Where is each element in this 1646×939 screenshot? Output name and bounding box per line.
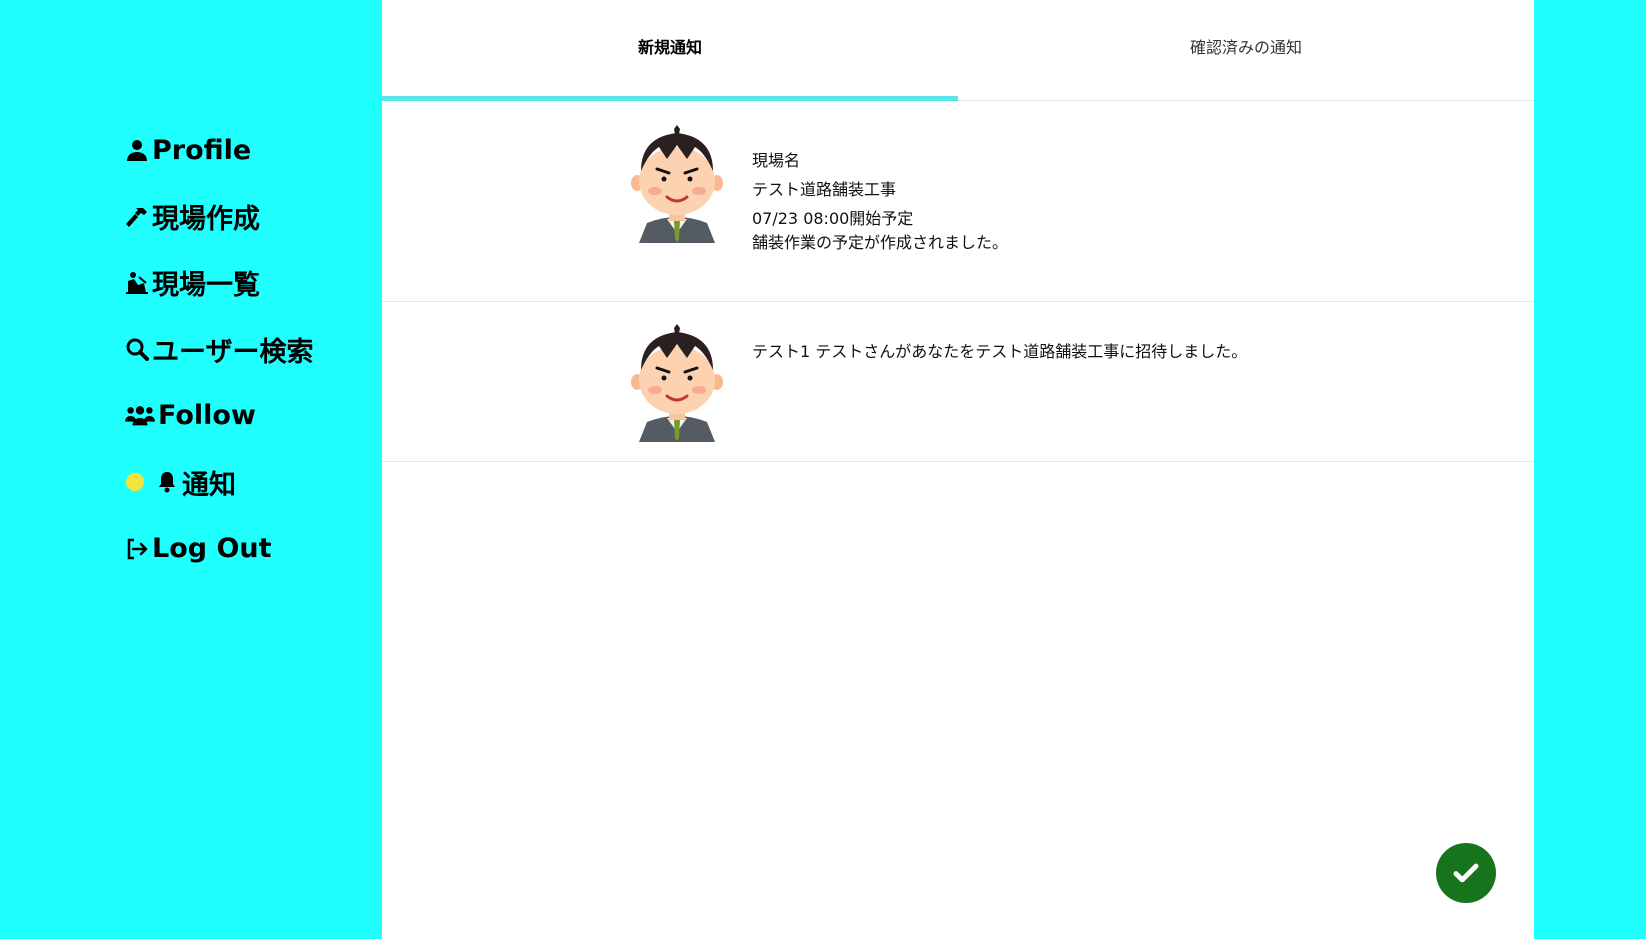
app-root: Profile 現場作成 現場一覧 ユーザー検索 Follow 通知 Log O… xyxy=(0,0,1646,939)
sidebar-item-label: 現場作成 xyxy=(152,204,260,236)
confirm-all-button[interactable] xyxy=(1436,843,1496,903)
sidebar-item-logout[interactable]: Log Out xyxy=(124,515,313,581)
check-icon xyxy=(1453,863,1479,883)
sidebar-item-label: Log Out xyxy=(152,533,272,565)
notification-text: テスト1 テストさんがあなたをテスト道路舗装工事に招待しました。 xyxy=(752,340,1247,364)
notification-item[interactable]: 現場名 テスト道路舗装工事 07/23 08:00開始予定 舗装作業の予定が作成… xyxy=(382,101,1534,302)
avatar xyxy=(631,125,723,243)
tab-new-notifications[interactable]: 新規通知 xyxy=(382,0,958,100)
notification-text: 現場名 テスト道路舗装工事 07/23 08:00開始予定 舗装作業の予定が作成… xyxy=(752,149,1008,255)
notification-line: テスト道路舗装工事 xyxy=(752,180,897,199)
sidebar-item-site-list[interactable]: 現場一覧 xyxy=(124,250,313,316)
sidebar-item-label: Follow xyxy=(158,400,256,432)
unread-badge xyxy=(126,473,144,492)
notification-list: 現場名 テスト道路舗装工事 07/23 08:00開始予定 舗装作業の予定が作成… xyxy=(382,101,1534,462)
sidebar: Profile 現場作成 現場一覧 ユーザー検索 Follow 通知 Log O… xyxy=(0,0,382,939)
search-icon xyxy=(124,335,150,363)
user-icon xyxy=(124,136,150,164)
bell-icon xyxy=(154,468,180,496)
sidebar-item-label: 現場一覧 xyxy=(152,270,260,302)
right-margin xyxy=(1534,0,1646,939)
sidebar-item-label: ユーザー検索 xyxy=(152,336,314,368)
sidebar-item-label: Profile xyxy=(152,134,252,166)
sidebar-item-label: 通知 xyxy=(182,469,236,501)
sidebar-nav: Profile 現場作成 現場一覧 ユーザー検索 Follow 通知 Log O… xyxy=(124,117,313,582)
sidebar-item-create-site[interactable]: 現場作成 xyxy=(124,183,313,249)
sidebar-item-user-search[interactable]: ユーザー検索 xyxy=(124,316,313,382)
hammer-icon xyxy=(124,203,150,231)
notifications-panel: 新規通知 確認済みの通知 現場名 テスト道路舗装工事 07/23 08:00開始… xyxy=(382,0,1534,939)
notification-line: 現場名 xyxy=(752,151,801,170)
worker-icon xyxy=(124,269,150,297)
avatar xyxy=(631,324,723,442)
logout-icon xyxy=(124,535,150,563)
notification-line: 07/23 08:00開始予定 xyxy=(752,209,914,228)
notification-line: テスト1 テストさんがあなたをテスト道路舗装工事に招待しました。 xyxy=(752,342,1248,361)
sidebar-item-follow[interactable]: Follow xyxy=(124,383,313,449)
notification-line: 舗装作業の予定が作成されました。 xyxy=(752,233,1009,252)
users-icon xyxy=(124,402,156,430)
notification-tabs: 新規通知 確認済みの通知 xyxy=(382,0,1534,101)
sidebar-item-notifications[interactable]: 通知 xyxy=(124,449,313,515)
sidebar-item-profile[interactable]: Profile xyxy=(124,117,313,183)
tab-confirmed-notifications[interactable]: 確認済みの通知 xyxy=(958,0,1534,100)
notification-item[interactable]: テスト1 テストさんがあなたをテスト道路舗装工事に招待しました。 xyxy=(382,302,1534,462)
